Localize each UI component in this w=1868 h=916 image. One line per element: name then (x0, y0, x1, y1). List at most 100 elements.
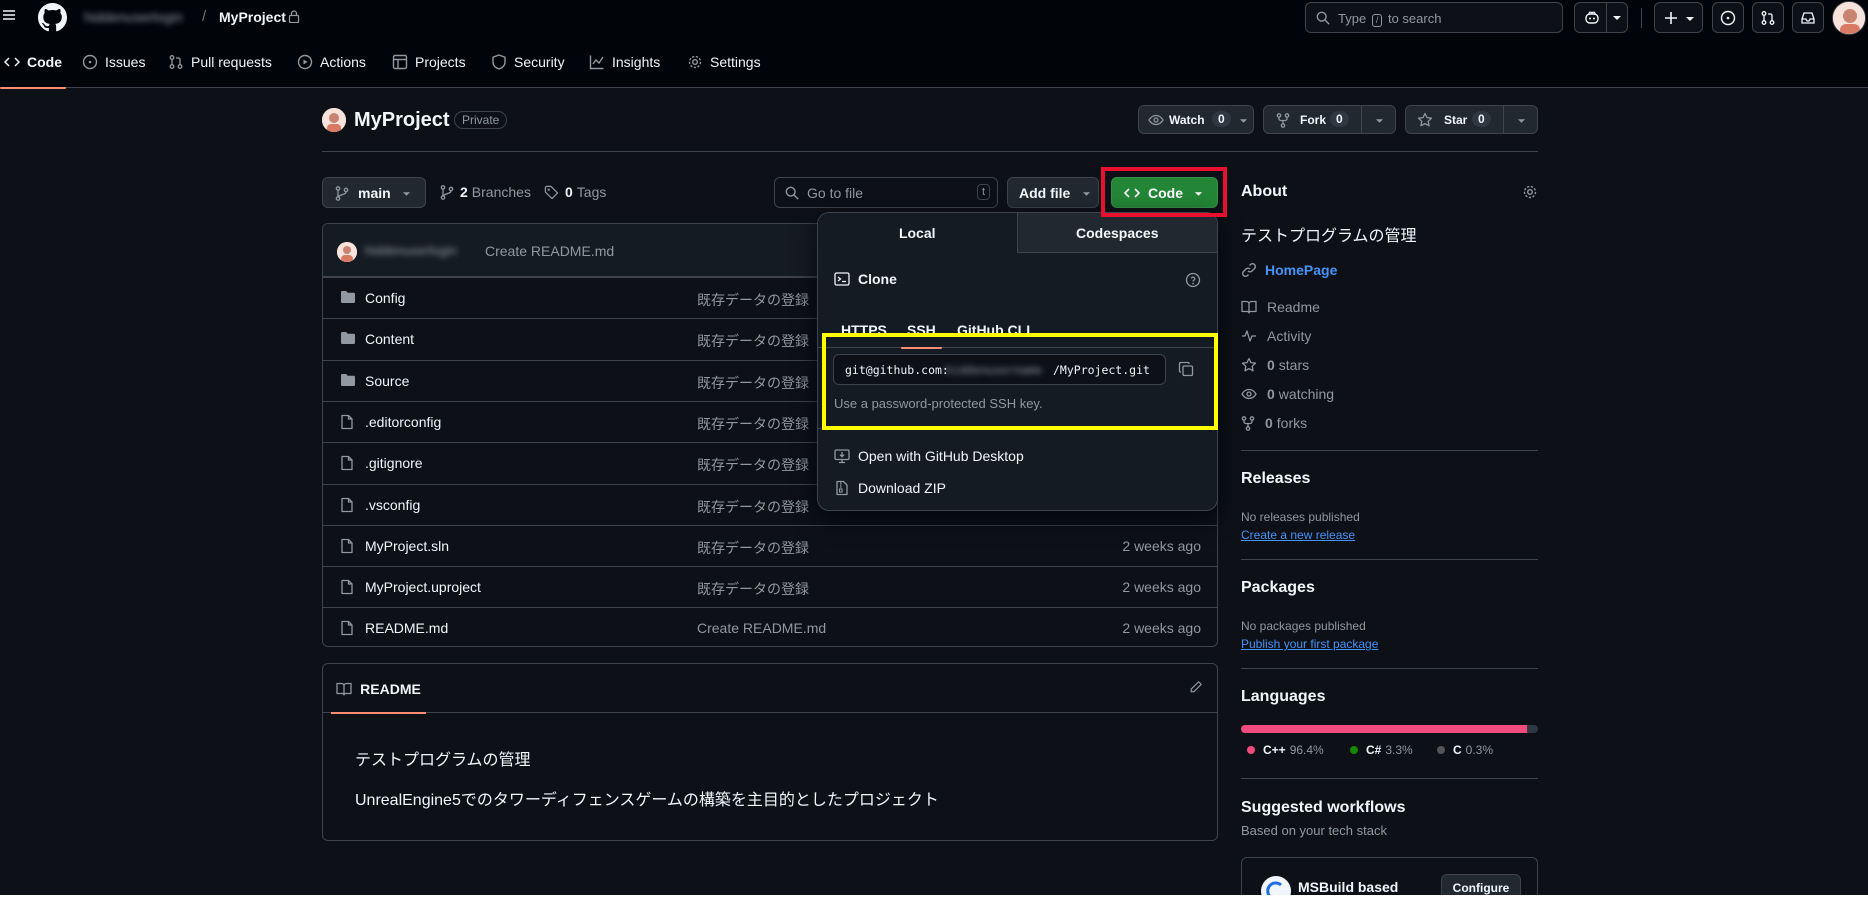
suggested-workflows-heading: Suggested workflows (1241, 799, 1406, 816)
tab-security-label: Security (514, 53, 565, 70)
copilot-button[interactable] (1574, 2, 1628, 33)
file-commit-message[interactable]: Create README.md (697, 620, 826, 636)
open-with-github-desktop[interactable]: Open with GitHub Desktop (834, 448, 1024, 464)
question-icon[interactable] (1185, 272, 1201, 288)
play-icon (297, 54, 313, 69)
publish-package-link[interactable]: Publish your first package (1241, 637, 1378, 651)
gear-icon[interactable] (1522, 184, 1538, 200)
github-logo-icon[interactable] (38, 3, 67, 32)
sidebar-divider (1241, 559, 1538, 560)
repo-title[interactable]: MyProject (354, 109, 450, 132)
language-item[interactable]: C++ 96.4% (1247, 743, 1324, 757)
download-zip[interactable]: Download ZIP (834, 480, 946, 496)
file-name[interactable]: .editorconfig (365, 414, 441, 430)
file-name[interactable]: Config (365, 290, 405, 306)
file-row[interactable]: MyProject.sln 既存データの登録 2 weeks ago (323, 524, 1217, 566)
watch-button[interactable]: Watch 0 (1138, 105, 1254, 134)
homepage-link[interactable]: HomePage (1241, 262, 1337, 278)
file-name[interactable]: MyProject.sln (365, 538, 449, 554)
global-search-input[interactable]: Type / to search (1305, 2, 1563, 33)
user-avatar[interactable] (1832, 1, 1866, 35)
readme-tab-label: README (360, 680, 421, 697)
create-new-button[interactable] (1654, 2, 1703, 33)
language-item[interactable]: C 0.3% (1437, 743, 1493, 757)
stars-link[interactable]: 0 stars (1241, 357, 1309, 373)
languages-heading: Languages (1241, 688, 1326, 705)
repo-name-link[interactable]: MyProject (219, 9, 286, 25)
file-commit-message[interactable]: 既存データの登録 (697, 538, 809, 558)
file-commit-message[interactable]: 既存データの登録 (697, 290, 809, 310)
go-to-file-input[interactable]: Go to file t (774, 177, 998, 208)
file-commit-message[interactable]: 既存データの登録 (697, 331, 809, 351)
issues-button[interactable] (1712, 2, 1744, 33)
file-commit-message[interactable]: 既存データの登録 (697, 373, 809, 393)
sidebar-divider (1241, 778, 1538, 779)
tab-insights[interactable]: Insights (589, 35, 660, 88)
clone-heading: Clone (834, 271, 897, 287)
language-name: C (1453, 743, 1462, 757)
language-percent: 3.3% (1385, 743, 1413, 757)
language-bar-segment (1241, 725, 1528, 733)
tab-settings-label: Settings (710, 53, 761, 70)
readme-tab[interactable]: README (331, 664, 426, 714)
file-commit-message[interactable]: 既存データの登録 (697, 455, 809, 475)
repo-owner-avatar[interactable] (322, 108, 346, 132)
chevron-down-icon (1686, 17, 1694, 21)
tab-security[interactable]: Security (491, 35, 565, 88)
configure-button[interactable]: Configure (1441, 874, 1521, 895)
file-name[interactable]: .vsconfig (365, 497, 420, 513)
fork-icon (1276, 113, 1290, 128)
branch-selector[interactable]: main (322, 177, 426, 208)
tab-issues[interactable]: Issues (82, 35, 145, 88)
hamburger-menu-icon[interactable] (2, 8, 16, 22)
commit-author-avatar[interactable] (337, 242, 357, 262)
watch-label: Watch (1169, 113, 1205, 127)
pull-requests-button[interactable] (1752, 2, 1784, 33)
branches-link[interactable]: 2 Branches (440, 184, 531, 200)
graph-icon (589, 55, 604, 69)
tab-actions[interactable]: Actions (297, 35, 366, 88)
tab-local[interactable]: Local (818, 213, 1018, 253)
file-row[interactable]: README.md Create README.md 2 weeks ago (323, 607, 1217, 646)
readme-link[interactable]: Readme (1241, 299, 1320, 315)
commit-message[interactable]: Create README.md (485, 243, 614, 259)
file-commit-message[interactable]: 既存データの登録 (697, 414, 809, 434)
add-file-label: Add file (1019, 185, 1071, 201)
releases-heading[interactable]: Releases (1241, 470, 1310, 488)
activity-link[interactable]: Activity (1241, 328, 1311, 344)
star-button[interactable]: Star 0 (1405, 105, 1538, 134)
tags-count: 0 (565, 184, 573, 200)
folder-icon (340, 290, 356, 304)
file-commit-message[interactable]: 既存データの登録 (697, 579, 809, 599)
open-desktop-label: Open with GitHub Desktop (858, 448, 1024, 464)
pencil-icon[interactable] (1189, 680, 1203, 694)
language-item[interactable]: C# 3.3% (1350, 743, 1413, 757)
tab-projects[interactable]: Projects (392, 35, 466, 88)
tab-codespaces[interactable]: Codespaces (1017, 213, 1217, 253)
file-name[interactable]: README.md (365, 620, 448, 636)
go-to-file-shortcut: t (976, 184, 990, 200)
tab-settings[interactable]: Settings (687, 35, 761, 88)
tab-pull-requests[interactable]: Pull requests (168, 35, 272, 88)
file-commit-message[interactable]: 既存データの登録 (697, 497, 809, 517)
inbox-button[interactable] (1792, 2, 1824, 33)
file-name[interactable]: Source (365, 373, 409, 389)
commit-author[interactable]: hiddenuserlogin (365, 243, 457, 258)
file-name[interactable]: MyProject.uproject (365, 579, 481, 595)
file-name[interactable]: .gitignore (365, 455, 423, 471)
tab-code[interactable]: Code (0, 35, 66, 89)
file-row[interactable]: MyProject.uproject 既存データの登録 2 weeks ago (323, 566, 1217, 607)
tags-link[interactable]: 0 Tags (544, 184, 606, 200)
watching-link[interactable]: 0 watching (1241, 386, 1334, 402)
file-name[interactable]: Content (365, 331, 414, 347)
packages-heading[interactable]: Packages (1241, 579, 1315, 597)
repo-owner-link[interactable]: hiddenuserlogin (84, 9, 183, 25)
readme-paragraph: UnrealEngine5でのタワーディフェンスゲームの構築を主目的としたプロジ… (355, 792, 939, 809)
create-release-link[interactable]: Create a new release (1241, 528, 1355, 542)
fork-button[interactable]: Fork 0 (1263, 105, 1396, 134)
star-icon (1417, 112, 1433, 127)
go-to-file-placeholder: Go to file (807, 185, 864, 201)
add-file-button[interactable]: Add file (1007, 177, 1099, 208)
forks-link[interactable]: 0 forks (1241, 415, 1307, 431)
readme-link-label: Readme (1267, 299, 1320, 315)
